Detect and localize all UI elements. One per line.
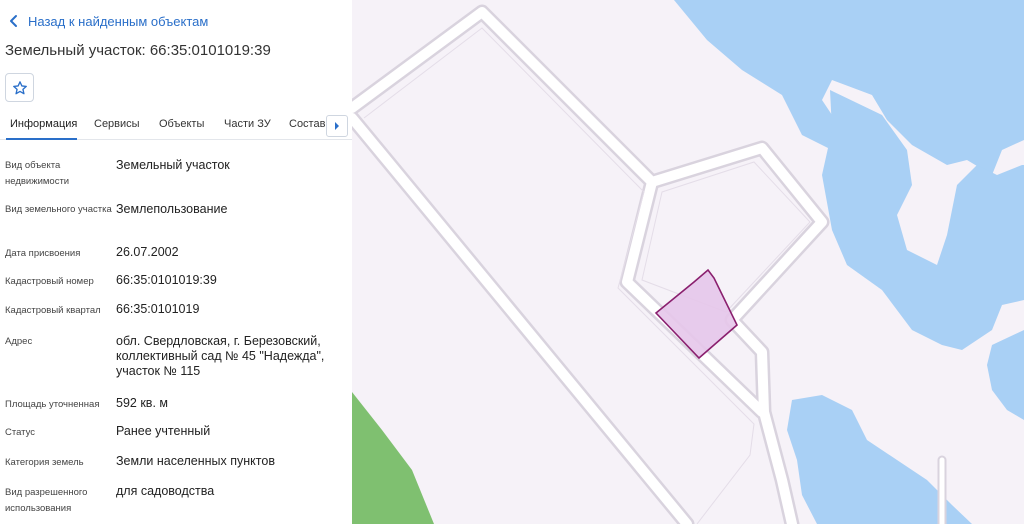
info-value: для садоводства bbox=[116, 484, 215, 498]
tab-services[interactable]: Сервисы bbox=[94, 118, 140, 130]
forest-area bbox=[352, 392, 434, 524]
tab-land-parts[interactable]: Части ЗУ bbox=[224, 118, 271, 130]
back-link[interactable]: Назад к найденным объектам bbox=[8, 12, 208, 30]
tab-objects[interactable]: Объекты bbox=[159, 118, 204, 130]
info-label: Статус bbox=[5, 427, 36, 438]
info-label: Категория земель bbox=[5, 457, 84, 468]
chevron-right-icon bbox=[335, 122, 339, 130]
info-label: Вид земельного участка bbox=[5, 204, 112, 215]
tab-information[interactable]: Информация bbox=[10, 118, 77, 130]
tabs-next-button[interactable] bbox=[326, 115, 348, 137]
water-bodies bbox=[674, 0, 1024, 524]
info-label: Кадастровый квартал bbox=[5, 305, 101, 316]
chevron-left-icon bbox=[10, 15, 17, 27]
info-label: Кадастровый номер bbox=[5, 276, 94, 287]
info-value: 66:35:0101019 bbox=[116, 302, 200, 316]
info-value: 66:35:0101019:39 bbox=[116, 273, 217, 287]
map-view[interactable] bbox=[352, 0, 1024, 524]
favorite-button[interactable] bbox=[5, 73, 34, 102]
info-value: 592 кв. м bbox=[116, 396, 168, 410]
info-value: Земли населенных пунктов bbox=[116, 454, 275, 468]
info-value: Земельный участок bbox=[116, 158, 230, 172]
info-label: Вид разрешенного использования bbox=[5, 487, 88, 514]
info-label: Дата присвоения bbox=[5, 248, 81, 259]
info-value: обл. Свердловская, г. Березовский, колле… bbox=[116, 334, 325, 378]
info-label: Адрес bbox=[5, 336, 33, 347]
tab-composition[interactable]: Состав bbox=[289, 118, 325, 130]
tab-bar: Информация Сервисы Объекты Части ЗУ Сост… bbox=[0, 112, 352, 140]
active-tab-indicator bbox=[6, 138, 77, 140]
info-panel: Назад к найденным объектам Земельный уча… bbox=[0, 0, 352, 524]
selected-parcel[interactable] bbox=[654, 268, 738, 360]
star-icon bbox=[12, 80, 27, 94]
page-title: Земельный участок: 66:35:0101019:39 bbox=[5, 42, 271, 59]
info-value: Землепользование bbox=[116, 202, 228, 216]
info-value: Ранее учтенный bbox=[116, 424, 211, 438]
map-canvas[interactable] bbox=[352, 0, 1024, 524]
block-outlines bbox=[363, 27, 811, 524]
info-label: Вид объекта недвижимости bbox=[5, 160, 70, 187]
back-link-label: Назад к найденным объектам bbox=[28, 13, 209, 29]
info-label: Площадь уточненная bbox=[5, 399, 100, 410]
info-value: 26.07.2002 bbox=[116, 245, 179, 259]
